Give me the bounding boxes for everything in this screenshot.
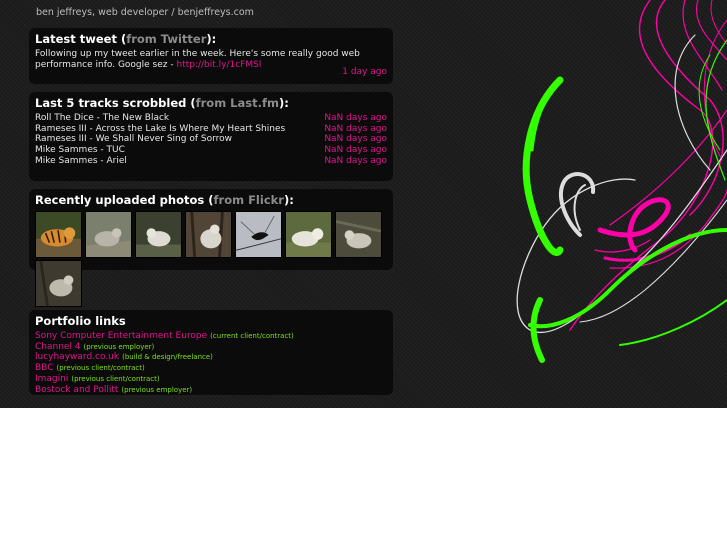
wolf-photo-icon[interactable] (135, 211, 182, 258)
portfolio-link[interactable]: Channel 4 (35, 342, 81, 352)
site-title: ben jeffreys, web developer / benjeffrey… (36, 7, 254, 18)
track-time: NaN days ago (324, 155, 387, 166)
tracks-heading: Last 5 tracks scrobbled (from Last.fm): (35, 96, 387, 110)
track-title: Mike Sammes - Ariel (35, 155, 127, 166)
portfolio-note: (previous client/contract) (71, 374, 160, 383)
portfolio-note: (previous employer) (121, 385, 193, 394)
bird-photo-icon[interactable] (235, 211, 282, 258)
track-item[interactable]: Mike Sammes - TUC NaN days ago (35, 145, 387, 156)
portfolio-note: (build & design/freelance) (122, 353, 213, 362)
tweet-link[interactable]: http://bit.ly/1cFMSl (176, 60, 261, 70)
photos-heading-end: ): (283, 193, 294, 207)
portfolio-note: (previous client/contract) (56, 364, 145, 373)
tiger-photo-icon[interactable] (35, 211, 82, 258)
track-time: NaN days ago (324, 145, 387, 156)
portfolio-item: Bostock and Pollitt (previous employer) (35, 385, 387, 396)
page-background: ben jeffreys, web developer / benjeffrey… (0, 0, 727, 408)
track-time: NaN days ago (324, 134, 387, 145)
lastfm-source-link[interactable]: from Last.fm (196, 96, 279, 110)
portfolio-note: (current client/contract) (210, 332, 294, 340)
track-title: Mike Sammes - TUC (35, 145, 125, 156)
track-time: NaN days ago (324, 123, 387, 134)
tweet-body: Following up my tweet earlier in the wee… (35, 49, 387, 70)
twitter-source-link[interactable]: from Twitter (126, 32, 206, 46)
portfolio-link[interactable]: Imagini (35, 374, 68, 384)
portfolio-item: Imagini (previous client/contract) (35, 374, 387, 385)
photos-heading-text: Recently uploaded photos ( (35, 193, 214, 207)
tweet-heading-text: Latest tweet ( (35, 32, 127, 46)
track-title: Rameses III - We Shall Never Sing of Sor… (35, 134, 232, 145)
portfolio-item: Sony Computer Entertainment Europe (curre… (35, 331, 387, 342)
tweet-heading: Latest tweet (from Twitter): (35, 32, 387, 46)
tracks-heading-text: Last 5 tracks scrobbled ( (35, 96, 196, 110)
latest-tweet-panel: Latest tweet (from Twitter): Following u… (29, 28, 393, 84)
photo-grid (35, 211, 387, 311)
wolf-photo-icon[interactable] (185, 211, 232, 258)
portfolio-item: BBC (previous client/contract) (35, 363, 387, 374)
swirl-artwork (516, 0, 727, 363)
track-title: Rameses III - Across the Lake Is Where M… (35, 123, 286, 134)
portfolio-link[interactable]: Bostock and Pollitt (35, 385, 118, 395)
portfolio-note: (previous employer) (83, 342, 155, 351)
tweet-timestamp[interactable]: 1 day ago (342, 67, 387, 77)
portfolio-link[interactable]: lucyhayward.co.uk (35, 352, 119, 362)
wolf-photo-icon[interactable] (35, 260, 82, 307)
portfolio-link[interactable]: Sony Computer Entertainment Europe (35, 331, 207, 341)
portfolio-link[interactable]: BBC (35, 363, 53, 373)
track-title: Roll The Dice - The New Black (35, 113, 170, 123)
portfolio-list: Sony Computer Entertainment Europe (curre… (35, 331, 387, 395)
track-item[interactable]: Rameses III - Across the Lake Is Where M… (35, 124, 387, 135)
portfolio-item: lucyhayward.co.uk (build & design/freelan… (35, 352, 387, 363)
track-time: NaN days ago (324, 113, 387, 123)
scrobbled-tracks-panel: Last 5 tracks scrobbled (from Last.fm): … (29, 92, 393, 181)
wolf-photo-icon[interactable] (85, 211, 132, 258)
track-item[interactable]: Rameses III - We Shall Never Sing of Sor… (35, 134, 387, 145)
portfolio-item: Channel 4 (previous employer) (35, 342, 387, 353)
track-list: Roll The Dice - The New Black NaN days ag… (35, 113, 387, 166)
tweet-heading-end: ): (206, 32, 217, 46)
portfolio-links-panel: Portfolio links Sony Computer Entertainm… (29, 310, 393, 395)
photos-heading: Recently uploaded photos (from Flickr): (35, 193, 387, 207)
portfolio-heading: Portfolio links (35, 314, 126, 328)
wolf-photo-icon[interactable] (285, 211, 332, 258)
wolf-photo-icon[interactable] (335, 211, 382, 258)
track-item[interactable]: Mike Sammes - Ariel NaN days ago (35, 156, 387, 167)
tracks-heading-end: ): (278, 96, 289, 110)
track-item[interactable]: Roll The Dice - The New Black NaN days ag… (35, 113, 387, 124)
flickr-source-link[interactable]: from Flickr (214, 193, 284, 207)
